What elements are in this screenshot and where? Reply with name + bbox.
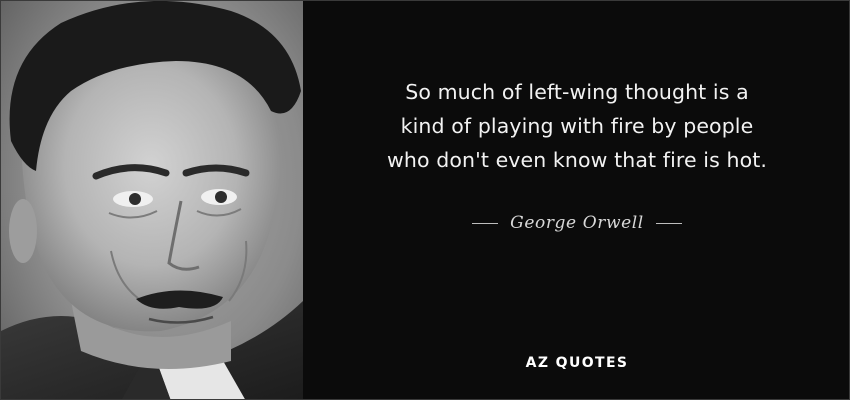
quote-line: who don't even know that fire is hot. xyxy=(387,148,767,172)
portrait-illustration xyxy=(1,1,303,399)
quote-line: So much of left-wing thought is a xyxy=(405,80,749,104)
quote-card: So much of left-wing thought is a kind o… xyxy=(0,0,850,400)
attribution: George Orwell xyxy=(303,213,849,233)
author-portrait xyxy=(1,1,303,399)
author-name: George Orwell xyxy=(510,213,644,233)
attribution-dash-right xyxy=(655,222,682,224)
quote-line: kind of playing with fire by people xyxy=(400,114,754,138)
attribution-dash-left xyxy=(472,222,499,224)
quote-text: So much of left-wing thought is a kind o… xyxy=(327,75,827,177)
brand-logo: AZ QUOTES xyxy=(525,355,629,371)
quote-panel: So much of left-wing thought is a kind o… xyxy=(303,1,849,399)
